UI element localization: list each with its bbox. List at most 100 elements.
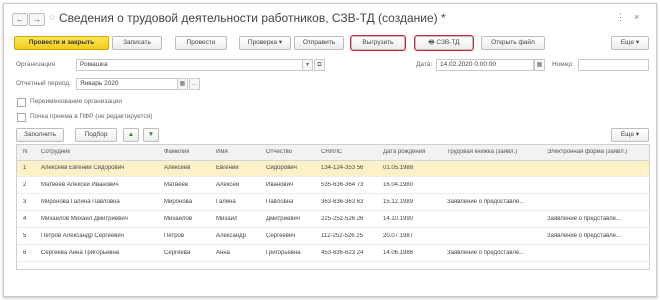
back-button[interactable]: ← — [12, 13, 28, 26]
cell-snils: 363-636-363 63 — [321, 199, 364, 205]
calendar-icon[interactable]: ▦ — [534, 59, 545, 71]
col-header-birthdate[interactable]: Дата рождения — [383, 149, 425, 155]
save-button[interactable]: Записать — [112, 36, 162, 50]
favorite-star-icon[interactable]: ☆ — [48, 12, 56, 23]
cell-birthdate: 01.05.1988 — [383, 165, 414, 171]
cell-snils: 453-636-623 24 — [321, 250, 364, 256]
pfr-label: Почка приема в ПФР (не редактируется) — [30, 113, 153, 120]
cell-name: Галина — [216, 199, 236, 205]
printer-icon: 🖶 — [428, 39, 435, 46]
organization-open-icon[interactable]: ⧉ — [314, 59, 325, 71]
cell-birthdate: 16.04.1980 — [383, 182, 414, 188]
period-label: Отчетный период: — [16, 80, 71, 87]
cell-workbook: Заявление о предоставле... — [447, 199, 525, 205]
cell-employee: Алексеев Евгений Сидорович — [41, 165, 125, 171]
date-label: Дата: — [416, 61, 433, 68]
cell-surname: Петров — [164, 233, 185, 239]
cell-employee: Миронова Галина Павловна — [41, 199, 120, 205]
more-actions-icon[interactable]: ⋮ — [616, 12, 625, 23]
post-button[interactable]: Провести — [175, 36, 227, 50]
organization-dropdown-icon[interactable]: ▾ — [302, 59, 313, 71]
move-up-icon[interactable]: ▲ — [123, 128, 139, 142]
forward-button[interactable]: → — [29, 13, 45, 26]
move-down-icon[interactable]: ▼ — [143, 128, 159, 142]
more-button[interactable]: Еще ▾ — [611, 36, 649, 50]
cell-patronymic: Григорьевна — [266, 250, 301, 256]
number-field[interactable] — [578, 59, 649, 71]
organization-field[interactable]: Ромашка — [76, 59, 303, 71]
table-more-button[interactable]: Еще ▾ — [611, 128, 649, 142]
col-header-surname[interactable]: Фамилия — [164, 149, 189, 155]
col-header-employee[interactable]: Сотрудник — [41, 149, 70, 155]
employees-table: N Сотрудник Фамилия Имя Отчество СНИЛС Д… — [16, 144, 650, 270]
cell-name: Алексей — [216, 182, 240, 188]
chevron-down-icon: ▾ — [278, 39, 283, 46]
export-button[interactable]: Выгрузить — [350, 35, 406, 51]
period-clear-icon[interactable]: … — [189, 78, 200, 90]
print-szv-td-button[interactable]: 🖶 СЗВ-ТД — [414, 35, 474, 51]
cell-name: Евгений — [216, 165, 239, 171]
cell-employee: Сергеева Анна Григорьевна — [41, 250, 120, 256]
cell-snils: 535-636-364 73 — [321, 182, 364, 188]
cell-n: 4 — [23, 216, 27, 222]
cell-surname: Миронова — [164, 199, 193, 205]
cell-snils: 134-124-353 56 — [321, 165, 364, 171]
table-row[interactable]: 4 Михайлов Михаил Дмитриевич Михайлов Ми… — [17, 212, 649, 228]
cell-patronymic: Иванович — [266, 182, 294, 188]
open-file-button[interactable]: Открыть файл — [481, 36, 545, 50]
cell-n: 3 — [23, 199, 27, 205]
fill-button[interactable]: Заполнить — [16, 128, 64, 142]
document-window: ← → ☆ Сведения о трудовой деятельности р… — [3, 3, 657, 297]
post-and-close-button[interactable]: Провести и закрыть — [14, 36, 109, 50]
cell-patronymic: Сидорович — [266, 165, 297, 171]
cell-n: 2 — [23, 182, 27, 188]
page-title: Сведения о трудовой деятельности работни… — [59, 11, 446, 25]
chevron-down-icon: ▾ — [635, 131, 640, 138]
chevron-down-icon: ▾ — [635, 39, 640, 46]
check-label: Проверка — [247, 39, 278, 46]
cell-eform: Заявление о представле... — [547, 216, 621, 222]
table-header: N Сотрудник Фамилия Имя Отчество СНИЛС Д… — [17, 145, 649, 161]
table-row[interactable]: 6 Сергеева Анна Григорьевна Сергеева Анн… — [17, 246, 649, 262]
cell-employee: Петров Александр Сергеевич — [41, 233, 124, 239]
rename-checkbox[interactable] — [17, 98, 26, 107]
table-row[interactable]: 5 Петров Александр Сергеевич Петров Алек… — [17, 229, 649, 245]
col-header-eform[interactable]: Электронная форма (заявл.) — [547, 149, 647, 155]
col-header-patronymic[interactable]: Отчество — [266, 149, 292, 155]
col-header-snils[interactable]: СНИЛС — [321, 149, 342, 155]
cell-surname: Алексеев — [164, 165, 191, 171]
col-header-workbook[interactable]: Трудовая книжка (заявл.) — [447, 149, 542, 155]
close-icon[interactable]: × — [634, 12, 639, 22]
period-calendar-icon[interactable]: ▦ — [177, 78, 188, 90]
cell-employee: Михайлов Михаил Дмитриевич — [41, 216, 128, 222]
cell-patronymic: Павловна — [266, 199, 294, 205]
send-button[interactable]: Отправить — [294, 36, 344, 50]
cell-birthdate: 14.06.1986 — [383, 250, 414, 256]
cell-eform: Заявление о представле... — [547, 233, 621, 239]
select-button[interactable]: Подбор — [75, 128, 117, 142]
table-more-label: Еще — [620, 131, 635, 138]
table-row[interactable]: 3 Миронова Галина Павловна Миронова Гали… — [17, 195, 649, 211]
check-dropdown-button[interactable]: Проверка ▾ — [239, 36, 291, 50]
cell-birthdate: 15.12.1989 — [383, 199, 414, 205]
print-szv-td-label: СЗВ-ТД — [436, 39, 460, 46]
period-field[interactable]: Январь 2020 — [76, 78, 179, 90]
cell-name: Анна — [216, 250, 230, 256]
cell-employee: Матвеев Алексей Иванович — [41, 182, 119, 188]
cell-name: Александр — [216, 233, 247, 239]
cell-snils: 225-252-526 26 — [321, 216, 364, 222]
cell-n: 6 — [23, 250, 27, 256]
more-label: Еще — [620, 39, 635, 46]
date-field[interactable]: 14.02.2020 0:00:00 — [436, 59, 534, 71]
table-row[interactable]: 2 Матвеев Алексей Иванович Матвеев Алекс… — [17, 178, 649, 194]
cell-birthdate: 20.07.1987 — [383, 233, 414, 239]
table-row[interactable]: 1 Алексеев Евгений Сидорович Алексеев Ев… — [17, 161, 649, 177]
col-header-name[interactable]: Имя — [216, 149, 228, 155]
cell-surname: Матвеев — [164, 182, 188, 188]
cell-n: 5 — [23, 233, 27, 239]
col-header-n[interactable]: N — [23, 149, 27, 155]
cell-name: Михаил — [216, 216, 238, 222]
organization-label: Организация — [16, 61, 56, 68]
number-label: Номер: — [552, 61, 574, 68]
cell-surname: Сергеева — [164, 250, 191, 256]
